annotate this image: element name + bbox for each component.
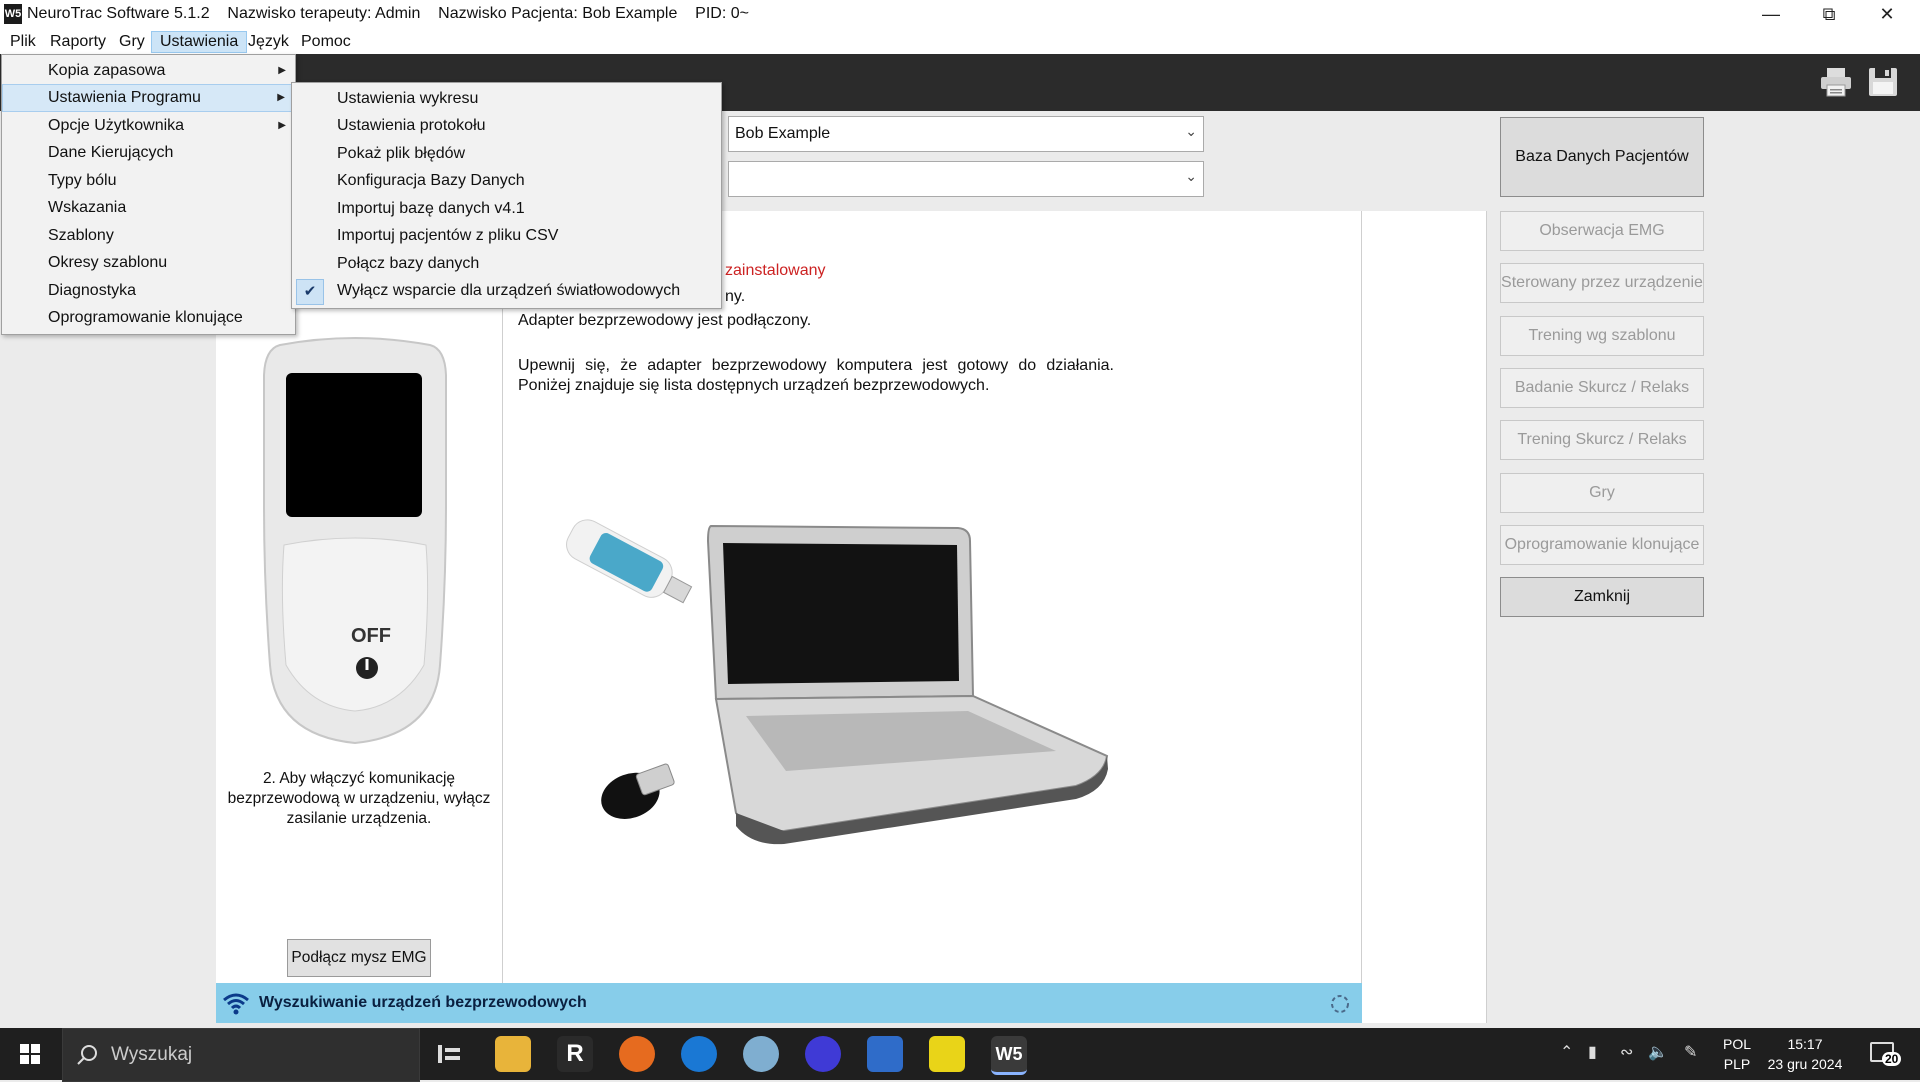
submenu-item-import-db-v41[interactable]: Importuj bazę danych v4.1 xyxy=(292,196,720,222)
menu-item-templates[interactable]: Szablony xyxy=(2,223,294,249)
contract-relax-training-button[interactable]: Trening Skurcz / Relaks xyxy=(1500,420,1704,460)
submenu-item-chart-settings[interactable]: Ustawienia wykresu xyxy=(292,86,720,112)
settings-menu: Kopia zapasowa ▶ Ustawienia Programu ▶ Opc… xyxy=(1,54,296,335)
patient-name: Nazwisko Pacjenta: Bob Example xyxy=(438,5,678,22)
notification-count: 20 xyxy=(1882,1052,1902,1066)
clock[interactable]: 15:17 23 gru 2024 xyxy=(1762,1036,1848,1072)
taskbar: Wyszukaj R W5 ⌃ ▮ ∾ 🔈 ✎ POL PLP 15:17 23… xyxy=(0,1028,1920,1082)
device-controlled-button[interactable]: Sterowany przez urządzenie xyxy=(1500,263,1704,303)
app-title: NeuroTrac Software 5.1.2 xyxy=(27,5,210,22)
therapist-name: Nazwisko terapeuty: Admin xyxy=(227,5,421,22)
save-icon[interactable] xyxy=(1866,66,1900,98)
step-instruction: 2. Aby włączyć komunikację bezprzewodową… xyxy=(227,770,491,827)
volume-icon[interactable]: 🔈 xyxy=(1648,1042,1668,1062)
menu-pomoc[interactable]: Pomoc xyxy=(293,32,359,52)
patient-database-button[interactable]: Baza Danych Pacjentów xyxy=(1500,117,1704,197)
checkmark-icon: ✔ xyxy=(296,279,324,305)
search-placeholder: Wyszukaj xyxy=(111,1044,193,1065)
menu-raporty[interactable]: Raporty xyxy=(42,32,114,52)
patient-id: PID: 0~ xyxy=(695,5,749,22)
status-bar: Wyszukiwanie urządzeń bezprzewodowych xyxy=(216,983,1362,1023)
patient-select[interactable]: Bob Example ⌄ xyxy=(728,116,1204,152)
contract-relax-test-button[interactable]: Badanie Skurcz / Relaks xyxy=(1500,368,1704,408)
adapter-status: Adapter bezprzewodowy jest podłączony. xyxy=(518,312,812,329)
notification-center-icon[interactable]: 20 xyxy=(1868,1040,1902,1068)
instructions-text: Upewnij się, że adapter bezprzewodowy ko… xyxy=(518,357,1114,394)
checklist-app-icon[interactable] xyxy=(929,1036,965,1072)
search-icon xyxy=(77,1045,97,1065)
wifi-icon xyxy=(223,993,249,1015)
file-explorer-icon[interactable] xyxy=(495,1036,531,1072)
window-title: NeuroTrac Software 5.1.2 Nazwisko terape… xyxy=(27,5,749,23)
thunderbird-icon[interactable] xyxy=(681,1036,717,1072)
network-icon[interactable]: ∾ xyxy=(1620,1042,1633,1062)
submenu-item-protocol-settings[interactable]: Ustawienia protokołu xyxy=(292,113,720,139)
chevron-down-icon: ⌄ xyxy=(1185,123,1197,139)
menu-item-diagnostics[interactable]: Diagnostyka xyxy=(2,278,294,304)
submenu-arrow-icon: ▶ xyxy=(278,65,286,76)
installed-status: zainstalowany xyxy=(725,262,826,279)
menu-item-referrers[interactable]: Dane Kierujących xyxy=(2,140,294,166)
app-logo: W5 xyxy=(4,4,22,24)
main-panel: zainstalowany ny. Adapter bezprzewodowy … xyxy=(216,211,1486,1023)
submenu-item-disable-fiber-devices[interactable]: ✔ Wyłącz wsparcie dla urządzeń światłowo… xyxy=(292,278,720,305)
games-button[interactable]: Gry xyxy=(1500,473,1704,513)
menu-item-indications[interactable]: Wskazania xyxy=(2,195,294,221)
device-illustration xyxy=(263,337,447,745)
taskbar-search-box[interactable]: Wyszukaj xyxy=(62,1028,420,1082)
submenu-item-database-config[interactable]: Konfiguracja Bazy Danych xyxy=(292,168,720,194)
shield-icon[interactable] xyxy=(867,1036,903,1072)
menu-item-pain-types[interactable]: Typy bólu xyxy=(2,168,294,194)
right-panel-border xyxy=(1486,211,1487,1023)
firefox-icon[interactable] xyxy=(619,1036,655,1072)
chevron-down-icon: ⌄ xyxy=(1185,168,1197,184)
print-icon[interactable] xyxy=(1819,66,1853,98)
messenger-icon[interactable] xyxy=(805,1036,841,1072)
globe-app-icon[interactable] xyxy=(743,1036,779,1072)
laptop-illustration xyxy=(566,519,1109,845)
loading-spinner-icon xyxy=(1331,995,1349,1013)
partial-status: ny. xyxy=(725,288,746,305)
submenu-arrow-icon: ▶ xyxy=(277,92,285,103)
windows-start-icon[interactable] xyxy=(20,1044,40,1064)
title-bar: W5 NeuroTrac Software 5.1.2 Nazwisko ter… xyxy=(0,0,1920,29)
program-settings-submenu: Ustawienia wykresu Ustawienia protokołu … xyxy=(291,82,722,309)
menu-item-template-periods[interactable]: Okresy szablonu xyxy=(2,250,294,276)
submenu-item-import-csv[interactable]: Importuj pacjentów z pliku CSV xyxy=(292,223,720,249)
language-indicator[interactable]: POL PLP xyxy=(1722,1036,1752,1072)
submenu-item-merge-databases[interactable]: Połącz bazy danych xyxy=(292,251,720,277)
submenu-arrow-icon: ▶ xyxy=(278,120,286,131)
template-training-button[interactable]: Trening wg szablonu xyxy=(1500,316,1704,356)
minimize-button[interactable]: — xyxy=(1742,0,1800,29)
close-app-button[interactable]: Zamknij xyxy=(1500,577,1704,617)
close-window-button[interactable]: ✕ xyxy=(1858,0,1916,29)
connect-emg-mouse-button[interactable]: Podłącz mysz EMG xyxy=(287,939,431,977)
task-view-icon[interactable] xyxy=(437,1043,461,1065)
menu-item-cloning-software[interactable]: Oprogramowanie klonujące xyxy=(2,305,294,331)
menu-item-program-settings[interactable]: Ustawienia Programu ▶ xyxy=(2,84,294,112)
menu-jezyk[interactable]: Język xyxy=(240,32,297,52)
restore-button[interactable]: ⧉ xyxy=(1800,0,1858,29)
panel-divider xyxy=(502,211,503,983)
cloning-software-button[interactable]: Oprogramowanie klonujące xyxy=(1500,525,1704,565)
neurotrac-taskbar-icon[interactable]: W5 xyxy=(991,1036,1027,1075)
battery-icon: ▮ xyxy=(1588,1044,1597,1061)
menu-bar: Plik Raporty Gry Ustawienia Język Pomoc xyxy=(0,29,1920,54)
chevron-up-icon[interactable]: ⌃ xyxy=(1560,1042,1573,1062)
panel-divider xyxy=(1361,211,1362,983)
emg-observation-button[interactable]: Obserwacja EMG xyxy=(1500,211,1704,251)
session-select[interactable]: ⌄ xyxy=(728,161,1204,197)
submenu-item-show-error-log[interactable]: Pokaż plik błędów xyxy=(292,141,720,167)
pen-icon[interactable]: ✎ xyxy=(1684,1042,1697,1062)
menu-item-user-options[interactable]: Opcje Użytkownika ▶ xyxy=(2,113,294,139)
menu-item-backup[interactable]: Kopia zapasowa ▶ xyxy=(2,58,294,84)
r-app-icon[interactable]: R xyxy=(557,1036,593,1072)
menu-plik[interactable]: Plik xyxy=(2,32,44,52)
patient-select-value: Bob Example xyxy=(735,125,831,142)
menu-ustawienia[interactable]: Ustawienia xyxy=(151,31,248,53)
device-off-label: OFF xyxy=(351,625,391,647)
status-text: Wyszukiwanie urządzeń bezprzewodowych xyxy=(259,994,587,1011)
menu-gry[interactable]: Gry xyxy=(111,32,153,52)
